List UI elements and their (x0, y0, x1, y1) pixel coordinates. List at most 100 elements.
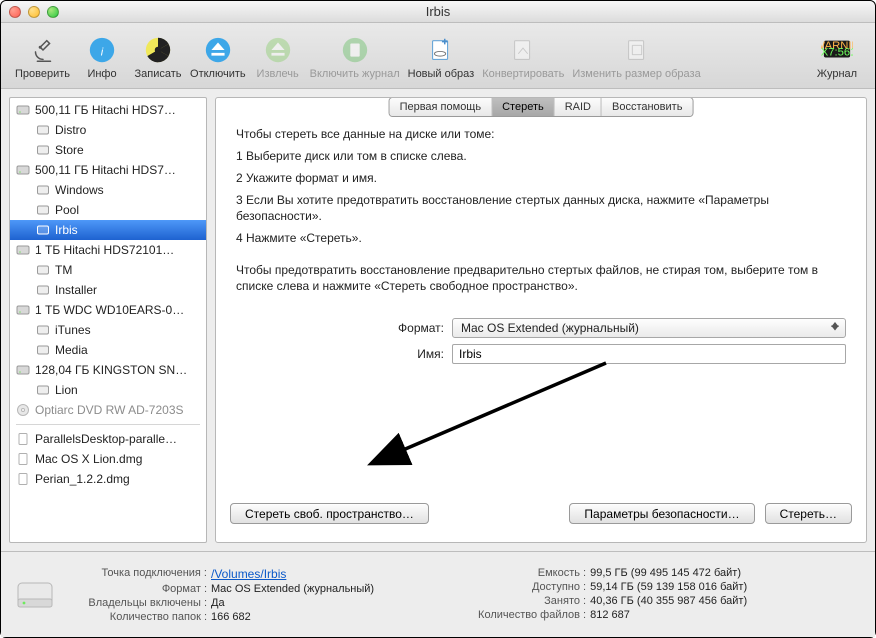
footer-row: Точка подключения : /Volumes/Irbis (67, 567, 374, 581)
sidebar-file-item[interactable]: ParallelsDesktop-paralle… (10, 429, 206, 449)
sidebar-item-vol[interactable]: Irbis (10, 220, 206, 240)
annotation-arrow (366, 358, 616, 468)
footer-row: Доступно :59,14 ГБ (59 139 158 016 байт) (446, 581, 747, 593)
window: Irbis Проверить i Инфо Записать (0, 0, 876, 638)
sidebar-item-label: 500,11 ГБ Hitachi HDS7… (35, 103, 176, 117)
tab-Восстановить[interactable]: Восстановить (602, 98, 692, 116)
footer-value[interactable]: /Volumes/Irbis (211, 567, 286, 581)
sidebar-item-vol[interactable]: Pool (10, 200, 206, 220)
svg-text:IX7:561: IX7:561 (821, 46, 853, 58)
instruction-line: 3 Если Вы хотите предотвратить восстанов… (236, 192, 846, 224)
disk-art-icon (15, 575, 55, 615)
sidebar-item-label: Pool (55, 203, 79, 217)
sidebar-item-label: Optiarc DVD RW AD-7203S (35, 403, 184, 417)
erase-free-space-button[interactable]: Стереть своб. пространство… (230, 503, 429, 524)
sidebar-item-disk[interactable]: 500,11 ГБ Hitachi HDS7… (10, 160, 206, 180)
toolbar-label: Новый образ (408, 68, 475, 80)
unmount-button[interactable]: Отключить (186, 30, 250, 82)
format-select[interactable]: Mac OS Extended (журнальный) (452, 318, 846, 338)
sidebar-item-label: Perian_1.2.2.dmg (35, 472, 130, 486)
sidebar-item-label: iTunes (55, 323, 91, 337)
security-options-button[interactable]: Параметры безопасности… (569, 503, 754, 524)
log-icon: WARNINIX7:561 (821, 34, 853, 66)
info-button[interactable]: i Инфо (74, 30, 130, 82)
footer-row: Занято :40,36 ГБ (40 355 987 456 байт) (446, 595, 747, 607)
toolbar-label: Извлечь (257, 68, 299, 80)
main-area: Первая помощьСтеретьRAIDВосстановить Что… (215, 97, 867, 543)
tab-bar: Первая помощьСтеретьRAIDВосстановить (389, 97, 694, 117)
new-image-icon (425, 34, 457, 66)
toolbar-label: Записать (135, 68, 182, 80)
footer-key: Доступно : (446, 581, 586, 593)
toolbar-label: Изменить размер образа (572, 68, 700, 80)
erase-button[interactable]: Стереть… (765, 503, 852, 524)
sidebar-separator (16, 424, 200, 425)
sidebar-item-vol[interactable]: Store (10, 140, 206, 160)
format-label: Формат: (236, 320, 444, 336)
sidebar-item-vol[interactable]: Installer (10, 280, 206, 300)
name-label: Имя: (236, 346, 444, 362)
sidebar-item-vol[interactable]: Distro (10, 120, 206, 140)
sidebar-item-label: 1 ТБ WDC WD10EARS-0… (35, 303, 184, 317)
journal-icon (339, 34, 371, 66)
sidebar-file-item[interactable]: Perian_1.2.2.dmg (10, 469, 206, 489)
zoom-button[interactable] (47, 6, 59, 18)
sidebar-item-disk[interactable]: 128,04 ГБ KINGSTON SN… (10, 360, 206, 380)
sidebar-item-vol[interactable]: TM (10, 260, 206, 280)
verify-button[interactable]: Проверить (11, 30, 74, 82)
tab-RAID[interactable]: RAID (555, 98, 602, 116)
close-button[interactable] (9, 6, 21, 18)
log-button[interactable]: WARNINIX7:561 Журнал (809, 30, 865, 82)
minimize-button[interactable] (28, 6, 40, 18)
footer-key: Занято : (446, 595, 586, 607)
toolbar-label: Проверить (15, 68, 70, 80)
sidebar-file-item[interactable]: Mac OS X Lion.dmg (10, 449, 206, 469)
sidebar-item-label: 1 ТБ Hitachi HDS72101… (35, 243, 174, 257)
sidebar-item-label: TM (55, 263, 72, 277)
footer-key: Формат : (67, 583, 207, 595)
footer-left-col: Точка подключения : /Volumes/Irbis Формат … (67, 567, 374, 623)
sidebar-item-label: 500,11 ГБ Hitachi HDS7… (35, 163, 176, 177)
footer-key: Количество файлов : (446, 609, 586, 621)
resize-icon (621, 34, 653, 66)
footer-key: Емкость : (446, 567, 586, 579)
footer-row: Владельцы включены :Да (67, 597, 374, 609)
instruction-line: 1 Выберите диск или том в списке слева. (236, 148, 846, 164)
erase-panel: Первая помощьСтеретьRAIDВосстановить Что… (215, 97, 867, 543)
footer-right-col: Емкость :99,5 ГБ (99 495 145 472 байт) До… (446, 567, 747, 623)
convert-icon (507, 34, 539, 66)
burn-button[interactable]: Записать (130, 30, 186, 82)
sidebar-item-disk[interactable]: 500,11 ГБ Hitachi HDS7… (10, 100, 206, 120)
sidebar-item-vol[interactable]: iTunes (10, 320, 206, 340)
tab-Первая помощь[interactable]: Первая помощь (390, 98, 493, 116)
sidebar-item-label: Store (55, 143, 84, 157)
sidebar-item-disk[interactable]: 1 ТБ WDC WD10EARS-0… (10, 300, 206, 320)
titlebar: Irbis (1, 1, 875, 23)
sidebar-item-cd[interactable]: Optiarc DVD RW AD-7203S (10, 400, 206, 420)
name-input[interactable] (452, 344, 846, 364)
instruction-line: 2 Укажите формат и имя. (236, 170, 846, 186)
footer-value: 812 687 (590, 609, 630, 621)
footer-value: 166 682 (211, 611, 251, 623)
toolbar-label: Журнал (817, 68, 857, 80)
sidebar-item-vol[interactable]: Windows (10, 180, 206, 200)
sidebar-item-disk[interactable]: 1 ТБ Hitachi HDS72101… (10, 240, 206, 260)
new-image-button[interactable]: Новый образ (404, 30, 479, 82)
footer-key: Количество папок : (67, 611, 207, 623)
eject-button: Извлечь (250, 30, 306, 82)
footer-value: Да (211, 597, 225, 609)
sidebar-item-vol[interactable]: Media (10, 340, 206, 360)
footer-key: Точка подключения : (67, 567, 207, 581)
footer-row: Количество папок : 166 682 (67, 611, 374, 623)
name-row: Имя: (236, 344, 846, 364)
sidebar-item-label: Lion (55, 383, 78, 397)
footer-row: Емкость :99,5 ГБ (99 495 145 472 байт) (446, 567, 747, 579)
note-text: Чтобы предотвратить восстановление предв… (236, 262, 846, 294)
sidebar-item-label: ParallelsDesktop-paralle… (35, 432, 177, 446)
sidebar-item-vol[interactable]: Lion (10, 380, 206, 400)
tab-Стереть[interactable]: Стереть (492, 98, 555, 116)
eject-arrow-icon (262, 34, 294, 66)
convert-button: Конвертировать (478, 30, 568, 82)
disk-sidebar[interactable]: 500,11 ГБ Hitachi HDS7… Distro Store 500,11… (9, 97, 207, 543)
sidebar-item-label: Media (55, 343, 88, 357)
